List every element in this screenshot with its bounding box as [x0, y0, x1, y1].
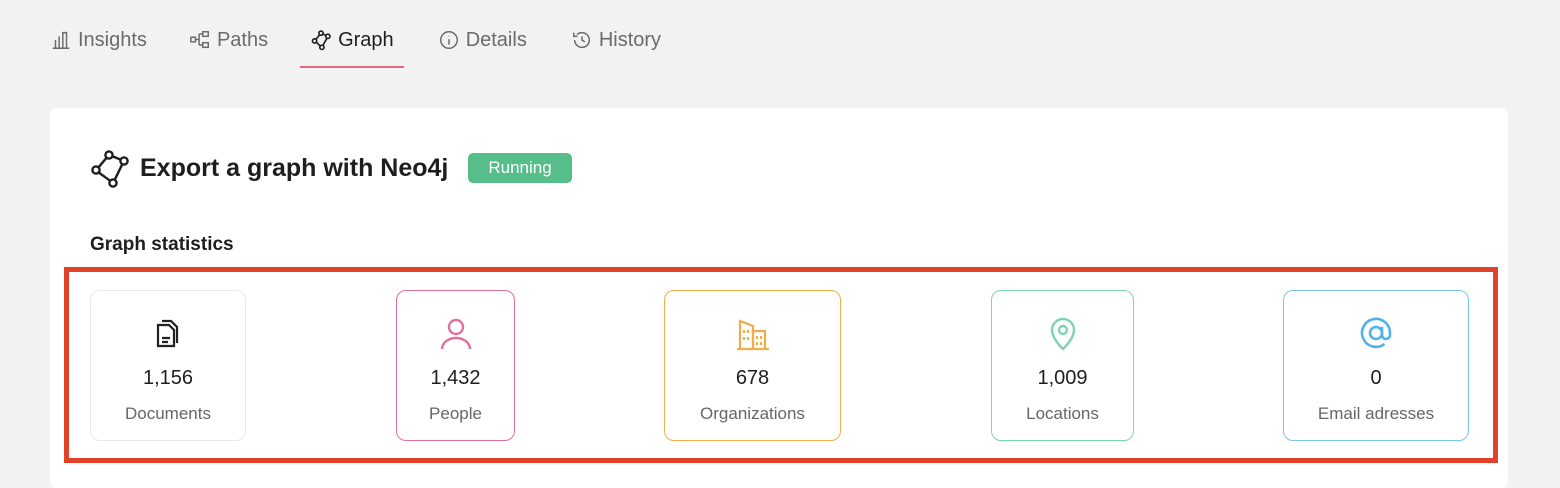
history-icon [572, 32, 590, 49]
stat-label: Organizations [700, 404, 805, 423]
stat-value: 1,156 [142, 367, 194, 389]
stat-value: 1,432 [430, 367, 481, 389]
graph-icon [91, 150, 129, 188]
building-icon [736, 319, 769, 351]
tab-bar: Insights Paths Graph Details History [50, 22, 661, 68]
stat-value: 1,009 [1037, 367, 1088, 389]
panel-header: Export a graph with Neo4j Running [90, 148, 572, 188]
stat-card-email-addresses: 0 Email adresses [1283, 290, 1469, 441]
at-sign-icon [1360, 317, 1392, 349]
bar-chart-icon [52, 31, 70, 49]
stat-card-organizations: 678 Organizations [664, 290, 841, 441]
stat-value: 678 [735, 367, 770, 389]
tab-label: Graph [338, 28, 394, 51]
stat-label: Locations [1026, 404, 1099, 423]
tab-insights[interactable]: Insights [50, 22, 147, 58]
page-title: Export a graph with Neo4j [140, 153, 449, 182]
tab-history[interactable]: History [571, 22, 661, 58]
status-badge: Running [468, 153, 572, 183]
graph-icon [311, 30, 331, 51]
stat-label: Documents [125, 404, 211, 423]
hierarchy-icon [190, 31, 209, 49]
tab-label: History [598, 28, 662, 51]
stat-label: People [429, 404, 482, 423]
documents-icon [156, 319, 179, 348]
person-icon [440, 318, 471, 350]
tab-graph[interactable]: Graph [300, 22, 404, 68]
tab-paths[interactable]: Paths [189, 22, 268, 58]
tab-details[interactable]: Details [438, 22, 527, 58]
tab-label: Insights [78, 28, 147, 51]
stat-card-documents: 1,156 Documents [90, 290, 246, 441]
stat-label: Email adresses [1317, 404, 1435, 423]
section-title: Graph statistics [90, 234, 234, 255]
tab-label: Details [465, 28, 527, 51]
info-icon [439, 31, 458, 49]
tab-label: Paths [216, 28, 269, 51]
location-pin-icon [1050, 317, 1075, 351]
stat-value: 0 [1370, 367, 1382, 389]
stat-card-locations: 1,009 Locations [991, 290, 1134, 441]
stat-card-people: 1,432 People [396, 290, 515, 441]
